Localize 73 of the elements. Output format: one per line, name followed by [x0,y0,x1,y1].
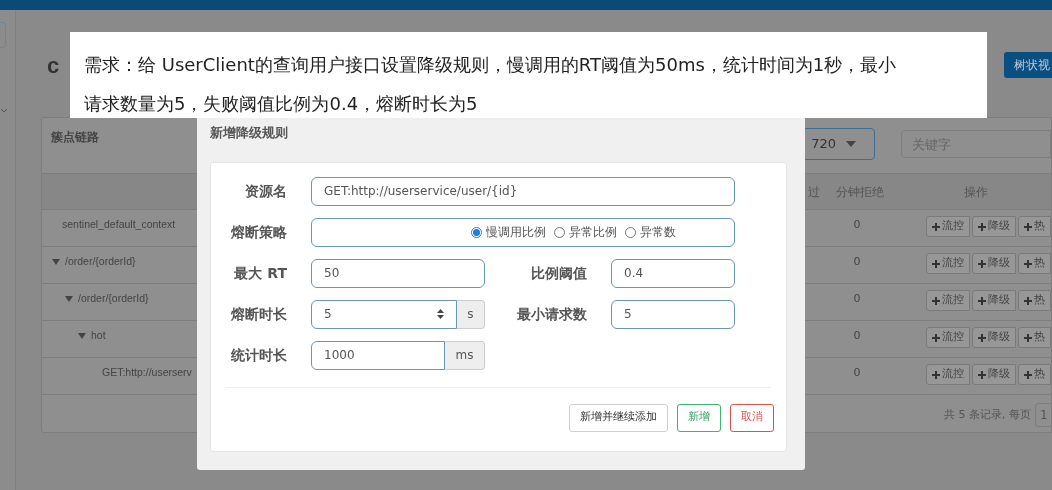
add-rule-button[interactable]: 降级 [972,290,1016,311]
number-field[interactable]: 5 [311,299,457,329]
plus-icon [1024,296,1032,305]
unit-addon: ms [445,340,485,370]
plus-icon [1024,370,1032,379]
tree-node-label[interactable]: hot [91,328,106,344]
expanded-caret-icon[interactable] [78,332,86,339]
card-title: 簇点链路 [51,129,99,146]
tree-view-button[interactable]: 树状视 [1004,52,1052,78]
input-field[interactable]: 5 [611,299,735,329]
tree-node-label[interactable]: /order/{orderId} [78,291,149,307]
tree-node-label[interactable]: /order/{orderId} [65,254,136,270]
field-label: 熔断时长 [231,304,287,324]
radio-option[interactable]: 慢调用比例 [470,223,546,241]
plus-icon [1024,259,1032,268]
radio-option[interactable]: 异常数 [624,223,676,241]
add-rule-button[interactable]: 热 [1018,364,1051,385]
dialog-button[interactable]: 取消 [730,403,774,432]
add-rule-button[interactable]: 降级 [972,216,1016,237]
expanded-caret-icon[interactable] [52,258,60,265]
add-rule-button[interactable]: 降级 [972,253,1016,274]
unit-addon: s [457,299,485,329]
add-rule-button[interactable]: 降级 [972,327,1016,348]
plus-icon [978,333,986,342]
table-cell-text: 0 [853,254,861,270]
field-label: 最小请求数 [517,304,587,324]
table-cell-text: 0 [853,217,861,233]
add-rule-button[interactable]: 流控 [926,364,970,385]
tree-node-label[interactable]: GET:http://userserv [102,365,192,381]
chevron-icon [1,108,7,113]
plus-icon [1024,333,1032,342]
table-cell-text: 0 [853,291,861,307]
radio-option[interactable]: 异常比例 [553,223,617,241]
add-rule-button[interactable]: 降级 [972,364,1016,385]
plus-icon [932,222,940,231]
caret-icon [846,141,856,147]
field-label: 熔断策略 [231,222,287,242]
table-cell-text: 0 [853,328,861,344]
dialog-button[interactable]: 新增 [677,403,721,432]
plus-icon [932,370,940,379]
plus-icon [932,259,940,268]
page-title: c [47,51,60,80]
input-field[interactable]: GET:http://userservice/user/{id} [311,176,735,206]
plus-icon [1024,222,1032,231]
field-label: 最大 RT [234,263,287,283]
add-rule-button[interactable]: 热 [1018,216,1051,237]
tree-node-label[interactable]: sentinel_default_context [62,217,176,233]
plus-icon [978,222,986,231]
add-rule-button[interactable]: 流控 [926,216,970,237]
annotation-text: 需求：给 UserClient的查询用户接口设置降级规则，慢调用的RT阈值为50ms，统计时间为1秒，最小请求数量为5，失败阈值比例为0.4，熔断时长为5 [84,53,898,116]
add-rule-button[interactable]: 热 [1018,290,1051,311]
input-field[interactable]: 0.4 [611,258,735,288]
plus-icon [978,296,986,305]
add-rule-button[interactable]: 流控 [926,290,970,311]
page-size-select[interactable]: 1 [1035,403,1051,427]
field-label: 统计时长 [231,345,287,365]
add-rule-button[interactable]: 流控 [926,253,970,274]
plus-icon [932,333,940,342]
field-label: 比例阈值 [531,263,587,283]
dialog-button[interactable]: 新增并继续添加 [569,403,668,432]
add-rule-button[interactable]: 热 [1018,327,1051,348]
add-rule-button[interactable]: 流控 [926,327,970,348]
input-field[interactable]: 50 [311,258,485,288]
expanded-caret-icon[interactable] [65,295,73,302]
spinner-icon[interactable] [437,309,444,319]
field-label: 资源名 [245,181,287,201]
plus-icon [978,370,986,379]
plus-icon [932,296,940,305]
plus-icon [978,259,986,268]
input-field[interactable]: 1000 [311,340,445,370]
dialog-title: 新增降级规则 [210,124,289,142]
add-rule-button[interactable]: 热 [1018,253,1051,274]
table-cell-text: 0 [853,365,861,381]
